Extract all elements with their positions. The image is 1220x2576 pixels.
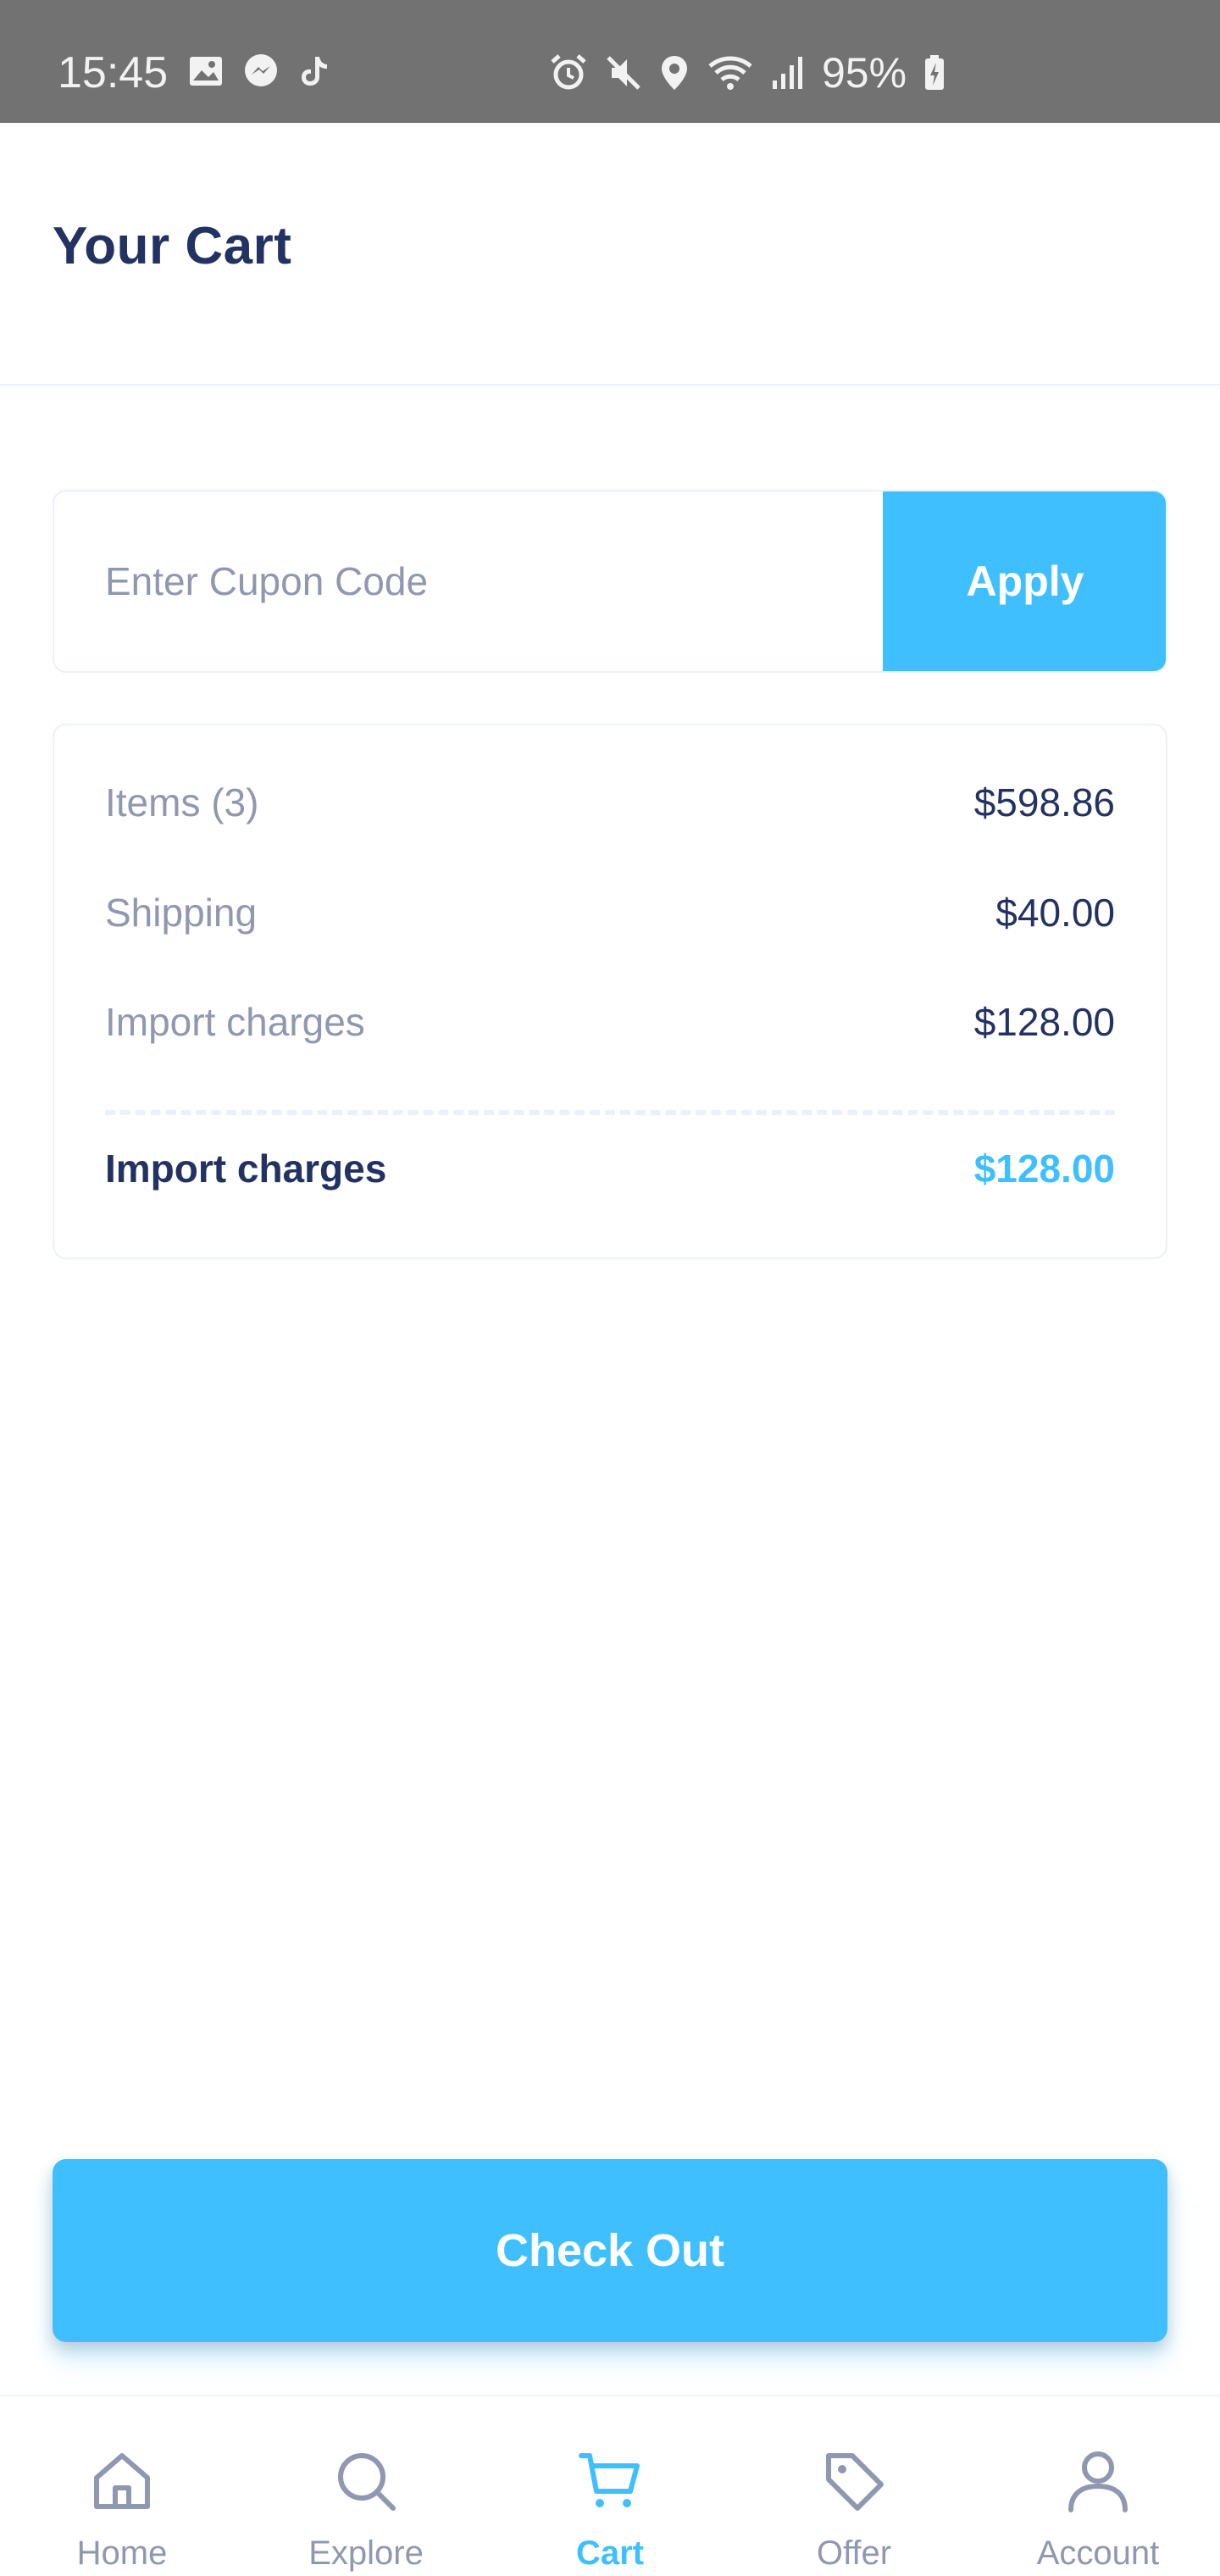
status-time: 15:45 [58, 48, 169, 97]
nav-label: Home [76, 2534, 168, 2572]
tag-icon [822, 2447, 886, 2515]
total-label: Import charges [105, 1146, 387, 1191]
nav-item-account[interactable]: Account [976, 2396, 1220, 2576]
coupon-box: Apply [53, 490, 1167, 673]
status-left-icons [188, 53, 329, 90]
cart-icon [578, 2447, 642, 2515]
total-value: $128.00 [973, 1146, 1115, 1191]
location-icon [659, 54, 690, 92]
summary-divider [105, 1110, 1115, 1115]
page-title: Your Cart [53, 217, 292, 275]
nav-label: Cart [575, 2534, 645, 2572]
messenger-icon [242, 53, 280, 90]
mute-icon [605, 54, 642, 92]
battery-percent: 95% [822, 49, 907, 97]
checkout-button[interactable]: Check Out [53, 2159, 1167, 2342]
home-icon [90, 2447, 154, 2515]
summary-row-import-charges: Import charges $128.00 [105, 992, 1115, 1052]
summary-value: $128.00 [973, 1000, 1115, 1044]
signal-icon [771, 55, 805, 91]
search-icon [334, 2447, 398, 2515]
image-icon [188, 55, 224, 87]
status-right-icons: 95% [549, 49, 946, 97]
status-bar: 15:45 95% [0, 0, 1220, 123]
summary-label: Items (3) [105, 780, 259, 824]
summary-row-items: Items (3) $598.86 [105, 773, 1115, 832]
nav-label: Offer [816, 2534, 892, 2572]
summary-label: Import charges [105, 1000, 365, 1044]
summary-value: $40.00 [995, 891, 1115, 935]
bottom-nav: Home Explore Cart Offer Account [0, 2395, 1220, 2576]
wifi-icon [707, 54, 754, 92]
nav-label: Account [1036, 2534, 1160, 2572]
summary-label: Shipping [105, 891, 258, 935]
summary-row-shipping: Shipping $40.00 [105, 883, 1115, 942]
apply-button[interactable]: Apply [883, 491, 1166, 671]
nav-item-offer[interactable]: Offer [732, 2396, 976, 2576]
battery-charging-icon [923, 54, 946, 92]
nav-label: Explore [308, 2534, 424, 2572]
tiktok-icon [298, 53, 329, 89]
page-header: Your Cart [0, 123, 1220, 386]
nav-item-cart[interactable]: Cart [488, 2396, 732, 2576]
coupon-code-input[interactable] [54, 491, 886, 671]
user-icon [1066, 2447, 1130, 2515]
alarm-icon [549, 53, 588, 92]
order-summary: Items (3) $598.86 Shipping $40.00 Import… [53, 724, 1167, 1259]
summary-value: $598.86 [973, 780, 1115, 824]
nav-item-home[interactable]: Home [0, 2396, 244, 2576]
nav-item-explore[interactable]: Explore [244, 2396, 488, 2576]
summary-row-total: Import charges $128.00 [105, 1139, 1115, 1198]
